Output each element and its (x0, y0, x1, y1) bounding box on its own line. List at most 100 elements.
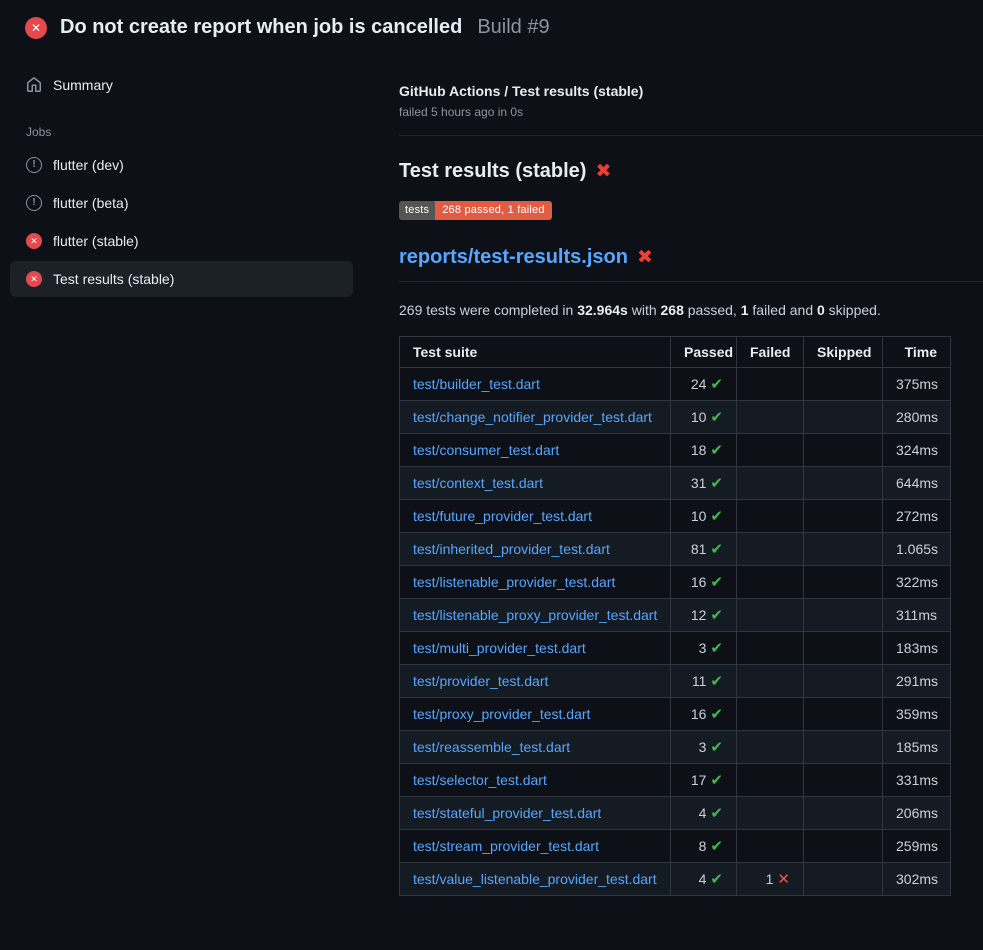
passed-cell: 18✔ (671, 434, 737, 467)
failed-cell (737, 566, 804, 599)
time-cell: 359ms (883, 698, 951, 731)
sidebar-item-flutter-beta[interactable]: ! flutter (beta) (10, 185, 353, 221)
failed-cell (737, 632, 804, 665)
cross-mark-icon: ✖ (595, 162, 611, 181)
table-row: test/listenable_provider_test.dart 16✔ 3… (400, 566, 951, 599)
run-status-line: failed 5 hours ago in 0s (399, 105, 951, 119)
time-cell: 259ms (883, 830, 951, 863)
content-layout: Summary Jobs ! flutter (dev) ! flutter (… (0, 53, 983, 896)
column-header-time: Time (883, 337, 951, 368)
main-content: GitHub Actions / Test results (stable) f… (375, 53, 983, 896)
badge-value: 268 passed, 1 failed (435, 201, 551, 220)
suite-link[interactable]: test/builder_test.dart (413, 376, 540, 392)
table-row: test/future_provider_test.dart 10✔ 272ms (400, 500, 951, 533)
passed-cell: 3✔ (671, 632, 737, 665)
table-row: test/stream_provider_test.dart 8✔ 259ms (400, 830, 951, 863)
suite-link[interactable]: test/context_test.dart (413, 475, 543, 491)
column-header-test-suite: Test suite (400, 337, 671, 368)
failed-cell (737, 665, 804, 698)
check-icon: ✔ (710, 508, 723, 525)
neutral-status-icon: ! (26, 157, 42, 173)
suite-link[interactable]: test/stateful_provider_test.dart (413, 805, 601, 821)
time-cell: 183ms (883, 632, 951, 665)
table-row: test/reassemble_test.dart 3✔ 185ms (400, 731, 951, 764)
table-header-row: Test suite Passed Failed Skipped Time (400, 337, 951, 368)
failed-cell (737, 830, 804, 863)
column-header-skipped: Skipped (804, 337, 883, 368)
suite-link[interactable]: test/inherited_provider_test.dart (413, 541, 610, 557)
failed-status-icon: ✕ (26, 271, 42, 287)
sidebar-item-test-results-stable[interactable]: ✕ Test results (stable) (10, 261, 353, 297)
check-icon: ✔ (710, 607, 723, 624)
suite-link[interactable]: test/listenable_provider_test.dart (413, 574, 615, 590)
suite-link[interactable]: test/change_notifier_provider_test.dart (413, 409, 652, 425)
divider (399, 281, 983, 282)
check-icon: ✔ (710, 475, 723, 492)
table-row: test/listenable_proxy_provider_test.dart… (400, 599, 951, 632)
suite-link[interactable]: test/selector_test.dart (413, 772, 547, 788)
check-icon: ✔ (710, 871, 723, 888)
passed-cell: 4✔ (671, 797, 737, 830)
summary-duration: 32.964s (577, 302, 628, 318)
failed-cell (737, 764, 804, 797)
sidebar-item-label: flutter (stable) (53, 233, 139, 249)
suite-link[interactable]: test/value_listenable_provider_test.dart (413, 871, 657, 887)
failed-cell: 1✕ (737, 863, 804, 896)
cross-mark-icon: ✖ (637, 248, 653, 267)
check-icon: ✔ (710, 805, 723, 822)
check-run-title: Test results (stable) ✖ (399, 160, 951, 183)
passed-cell: 31✔ (671, 467, 737, 500)
sidebar-item-summary[interactable]: Summary (10, 67, 353, 103)
skipped-cell (804, 500, 883, 533)
check-icon: ✔ (710, 838, 723, 855)
suite-link[interactable]: test/provider_test.dart (413, 673, 548, 689)
check-icon: ✔ (710, 541, 723, 558)
tests-badge: tests 268 passed, 1 failed (399, 201, 552, 220)
time-cell: 280ms (883, 401, 951, 434)
suite-link[interactable]: test/listenable_proxy_provider_test.dart (413, 607, 657, 623)
breadcrumb: GitHub Actions / Test results (stable) (399, 83, 951, 99)
sidebar-item-flutter-stable[interactable]: ✕ flutter (stable) (10, 223, 353, 259)
suite-link[interactable]: test/stream_provider_test.dart (413, 838, 599, 854)
table-row: test/multi_provider_test.dart 3✔ 183ms (400, 632, 951, 665)
check-icon: ✔ (710, 673, 723, 690)
failed-cell (737, 368, 804, 401)
passed-cell: 3✔ (671, 731, 737, 764)
time-cell: 375ms (883, 368, 951, 401)
suite-link[interactable]: test/future_provider_test.dart (413, 508, 592, 524)
build-number: Build #9 (477, 16, 549, 39)
time-cell: 302ms (883, 863, 951, 896)
table-row: test/proxy_provider_test.dart 16✔ 359ms (400, 698, 951, 731)
failed-status-icon: ✕ (26, 233, 42, 249)
passed-cell: 81✔ (671, 533, 737, 566)
passed-cell: 8✔ (671, 830, 737, 863)
skipped-cell (804, 764, 883, 797)
suite-link[interactable]: test/proxy_provider_test.dart (413, 706, 590, 722)
table-row: test/selector_test.dart 17✔ 331ms (400, 764, 951, 797)
skipped-cell (804, 566, 883, 599)
sidebar-item-flutter-dev[interactable]: ! flutter (dev) (10, 147, 353, 183)
failed-cell (737, 698, 804, 731)
suite-link[interactable]: test/consumer_test.dart (413, 442, 559, 458)
page-header: ✕ Do not create report when job is cance… (0, 0, 983, 53)
badge-label: tests (399, 201, 435, 220)
skipped-cell (804, 632, 883, 665)
sidebar-item-label: Summary (53, 77, 113, 93)
skipped-cell (804, 467, 883, 500)
suite-link[interactable]: test/multi_provider_test.dart (413, 640, 586, 656)
page-title: Do not create report when job is cancell… (60, 16, 462, 39)
failed-cell (737, 797, 804, 830)
table-row: test/provider_test.dart 11✔ 291ms (400, 665, 951, 698)
time-cell: 1.065s (883, 533, 951, 566)
report-file-link[interactable]: reports/test-results.json (399, 246, 628, 269)
passed-cell: 17✔ (671, 764, 737, 797)
suite-link[interactable]: test/reassemble_test.dart (413, 739, 570, 755)
report-heading: reports/test-results.json ✖ (399, 246, 951, 269)
failed-cell (737, 434, 804, 467)
passed-cell: 12✔ (671, 599, 737, 632)
time-cell: 291ms (883, 665, 951, 698)
jobs-section-label: Jobs (10, 105, 353, 147)
time-cell: 311ms (883, 599, 951, 632)
column-header-failed: Failed (737, 337, 804, 368)
failed-cell (737, 599, 804, 632)
